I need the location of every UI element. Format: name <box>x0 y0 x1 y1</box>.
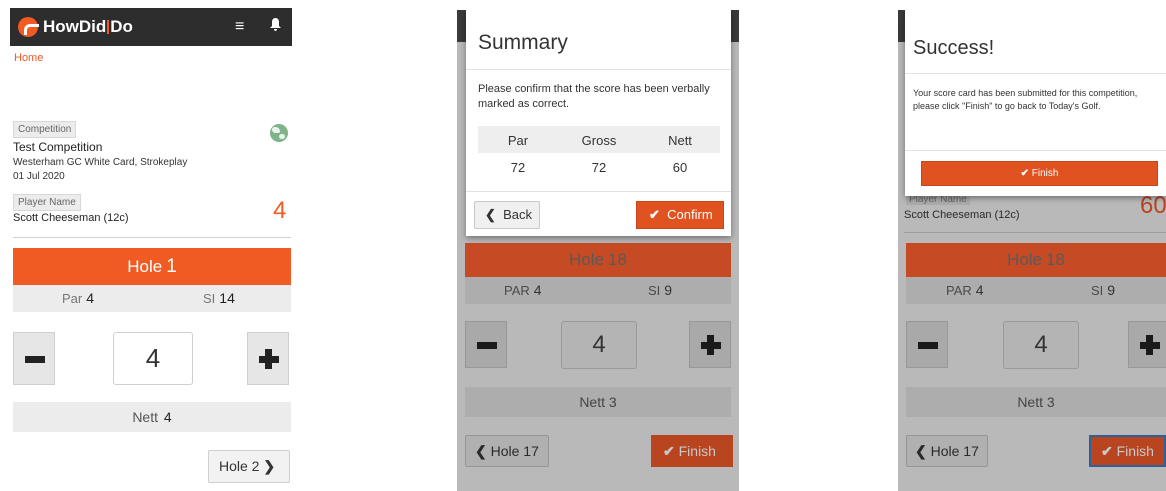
si-label: SI <box>1091 283 1104 298</box>
howdidido-logo-icon <box>18 17 39 37</box>
player-name-tag: Player Name <box>13 194 81 211</box>
nett-score-bar: Nett 4 <box>13 402 291 432</box>
previous-hole-button[interactable]: ❮ Hole 17 <box>465 435 549 467</box>
divider <box>13 237 291 238</box>
col-par: Par <box>507 133 529 148</box>
modal-message: Your score card has been submitted for t… <box>913 88 1138 111</box>
finish-button[interactable]: ✔ Finish <box>921 161 1158 186</box>
summary-modal: Summary Please confirm that the score ha… <box>466 10 731 236</box>
finish-button[interactable]: ✔ Finish <box>1089 435 1166 467</box>
scorecard-screen: HowDid Do ≡ Home Competition Test Competi… <box>10 8 292 488</box>
previous-hole-button[interactable]: ❮ Hole 17 <box>906 435 988 467</box>
par-value: 4 <box>86 290 95 306</box>
decrement-score-button[interactable] <box>13 332 55 385</box>
decrement-score-button[interactable] <box>906 321 948 368</box>
modal-message: Please confirm that the score has been v… <box>478 83 710 110</box>
app-title: HowDid Do <box>43 17 133 36</box>
hole-info-bar: PAR 4 SI 9 <box>465 277 731 304</box>
app-header: HowDid Do ≡ <box>10 8 292 46</box>
chevron-right-icon: ❯ <box>263 458 276 474</box>
si-value: 9 <box>1107 282 1116 298</box>
increment-score-button[interactable] <box>247 332 289 385</box>
score-input[interactable]: 4 <box>1003 321 1079 369</box>
chevron-left-icon: ❮ <box>475 443 487 459</box>
score-input[interactable]: 4 <box>113 332 193 385</box>
si-label: SI <box>648 283 661 298</box>
competition-name: Test Competition <box>13 140 103 154</box>
check-icon: ✔ <box>1101 443 1113 459</box>
si-value: 14 <box>219 290 235 306</box>
back-button[interactable]: ❮ Back <box>474 201 540 229</box>
bell-icon[interactable] <box>270 18 281 34</box>
check-icon: ✔ <box>649 207 660 222</box>
chevron-left-icon: ❮ <box>485 207 496 222</box>
menu-icon[interactable]: ≡ <box>235 19 244 35</box>
nett-score-bar: Nett 3 <box>465 387 731 417</box>
globe-icon <box>270 124 288 142</box>
player-name: Scott Cheeseman (12c) <box>904 209 1020 221</box>
summary-screen: Hole 18 PAR 4 SI 9 4 Nett 3 ❮ Hole 17 ✔ Fin… <box>457 10 739 491</box>
nett-score-bar: Nett 3 <box>906 387 1166 417</box>
decrement-score-button[interactable] <box>465 321 507 368</box>
hole-header: Hole 1 <box>13 248 291 285</box>
hole-header: Hole 18 <box>906 243 1166 277</box>
hole-info-bar: Par 4 SI 14 <box>13 285 291 312</box>
modal-divider <box>466 69 731 70</box>
par-label: Par <box>62 291 83 306</box>
si-value: 9 <box>664 282 673 298</box>
hole-header: Hole 18 <box>465 243 731 277</box>
par-value: 4 <box>975 282 984 298</box>
par-total: 72 <box>510 160 526 175</box>
minus-icon <box>477 342 497 349</box>
gross-total: 72 <box>591 160 607 175</box>
modal-divider <box>905 150 1166 151</box>
modal-title: Success! <box>913 37 995 59</box>
breadcrumb-home-link[interactable]: Home <box>14 52 43 64</box>
modal-title: Summary <box>478 31 568 54</box>
score-input[interactable]: 4 <box>561 321 637 369</box>
success-screen: Player Name Scott Cheeseman (12c) 60 Hol… <box>898 10 1166 491</box>
col-gross: Gross <box>581 133 617 148</box>
check-icon: ✔ <box>663 443 675 459</box>
increment-score-button[interactable] <box>689 321 731 368</box>
summary-table-row: 72 72 60 <box>478 153 720 180</box>
competition-date: 01 Jul 2020 <box>13 171 65 182</box>
player-total-score: 4 <box>273 197 287 224</box>
si-label: SI <box>203 291 216 306</box>
par-label: PAR <box>946 283 972 298</box>
next-hole-button[interactable]: Hole 2 ❯ <box>208 450 290 483</box>
success-modal: Success! Your score card has been submit… <box>905 10 1166 196</box>
course-name: Westerham GC White Card, Strokeplay <box>13 157 188 168</box>
summary-table-header: Par Gross Nett <box>478 126 720 153</box>
increment-score-button[interactable] <box>1128 321 1166 368</box>
hole-info-bar: PAR 4 SI 9 <box>906 277 1166 304</box>
divider <box>904 232 1166 233</box>
modal-divider <box>466 191 731 192</box>
player-name: Scott Cheeseman (12c) <box>13 212 129 224</box>
finish-button[interactable]: ✔ Finish <box>651 435 733 467</box>
confirm-button[interactable]: ✔ Confirm <box>636 201 724 229</box>
par-value: 4 <box>533 282 542 298</box>
modal-divider <box>905 73 1166 74</box>
player-total-score: 60 <box>1140 192 1166 219</box>
minus-icon <box>918 342 938 349</box>
nett-total: 60 <box>672 160 688 175</box>
par-label: PAR <box>504 283 530 298</box>
minus-icon <box>25 356 45 363</box>
competition-tag: Competition <box>13 121 77 138</box>
col-nett: Nett <box>668 133 692 148</box>
check-icon: ✔ <box>1020 168 1029 179</box>
chevron-left-icon: ❮ <box>915 443 927 459</box>
